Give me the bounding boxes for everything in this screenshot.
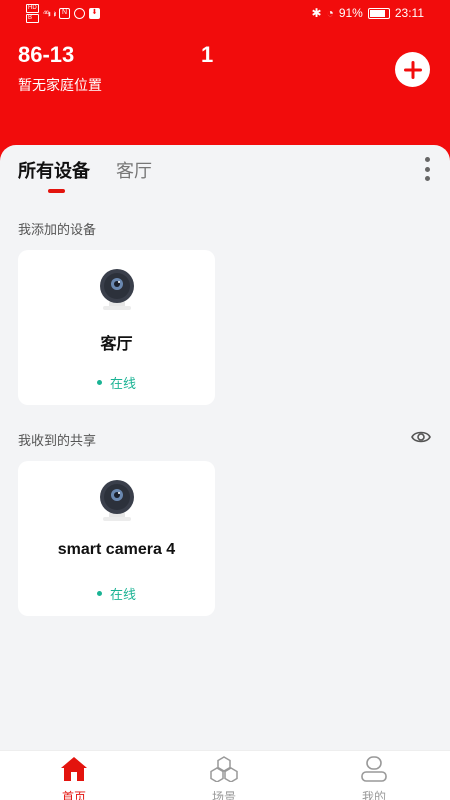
camera-icon <box>100 269 134 310</box>
home-number[interactable]: 1 <box>201 42 213 68</box>
clock: 23:11 <box>394 6 424 20</box>
online-dot-icon <box>96 591 102 596</box>
device-card[interactable]: smart camera 4 在线 <box>18 461 215 616</box>
tab-all-devices[interactable]: 所有设备 <box>18 157 90 183</box>
bottom-nav: 首页 场景 我的 <box>0 750 450 800</box>
status-text: 在线 <box>109 587 136 602</box>
camera-icon <box>100 480 134 521</box>
add-device-button[interactable] <box>395 52 430 87</box>
home-id[interactable]: 86-13 <box>18 42 74 68</box>
nav-label: 首页 <box>61 790 86 800</box>
dot-icon <box>424 176 430 181</box>
bluetooth-icon: ✱ <box>311 6 322 20</box>
dot-icon <box>424 157 430 162</box>
online-dot-icon <box>96 380 102 385</box>
app-notification-icon: ⬇ <box>89 8 101 19</box>
home-location: 暂无家庭位置 <box>18 77 102 93</box>
battery-level <box>369 9 386 17</box>
scene-icon <box>210 756 238 783</box>
profile-icon <box>361 756 387 782</box>
signal-icon-2: ᵢₗₗ <box>53 8 57 18</box>
status-bar: HD B ⁴⁶ᵢₗₗ ᵢₗₗ N ⬇ ✱ ◔ 91% 23:11 <box>0 0 450 28</box>
dot-icon <box>424 166 430 172</box>
status-right: ✱ ◔ 91% 23:11 <box>312 6 424 20</box>
speed-icon: ◔ <box>326 6 334 20</box>
section-title-shared: 我收到的共享 <box>18 433 97 448</box>
active-tab-indicator <box>48 189 65 193</box>
main-content: 所有设备 客厅 我添加的设备 客厅 在线 我收到的共享 smart camera… <box>0 145 450 750</box>
nav-label: 我的 <box>361 790 386 800</box>
home-icon <box>61 757 87 781</box>
device-name: smart camera 4 <box>57 541 176 558</box>
nfc-icon: N <box>59 8 71 19</box>
hd-badge: HD <box>26 4 39 13</box>
device-status: 在线 <box>18 373 215 392</box>
nav-home[interactable]: 首页 <box>34 756 114 800</box>
device-status: 在线 <box>18 584 215 603</box>
battery-icon <box>367 7 390 19</box>
section-title-added: 我添加的设备 <box>18 222 97 237</box>
tab-bar: 所有设备 客厅 <box>18 157 152 183</box>
sim-indicator: HD B <box>26 4 39 23</box>
nav-label: 场景 <box>211 790 236 800</box>
more-options-button[interactable] <box>420 157 434 181</box>
device-name: 客厅 <box>100 336 133 353</box>
status-left: HD B ⁴⁶ᵢₗₗ ᵢₗₗ N ⬇ <box>26 4 101 23</box>
hd-badge-2: B <box>26 14 39 23</box>
plus-icon <box>403 60 422 79</box>
eye-icon[interactable] <box>410 426 432 448</box>
device-card[interactable]: 客厅 在线 <box>18 250 215 405</box>
signal-icon: ⁴⁶ᵢₗₗ <box>42 8 51 18</box>
nav-scene[interactable]: 场景 <box>184 756 264 800</box>
tab-living-room[interactable]: 客厅 <box>116 157 152 183</box>
status-text: 在线 <box>109 376 136 391</box>
alarm-icon <box>74 8 86 19</box>
battery-percent: 91% <box>338 6 363 20</box>
nav-profile[interactable]: 我的 <box>334 756 414 800</box>
